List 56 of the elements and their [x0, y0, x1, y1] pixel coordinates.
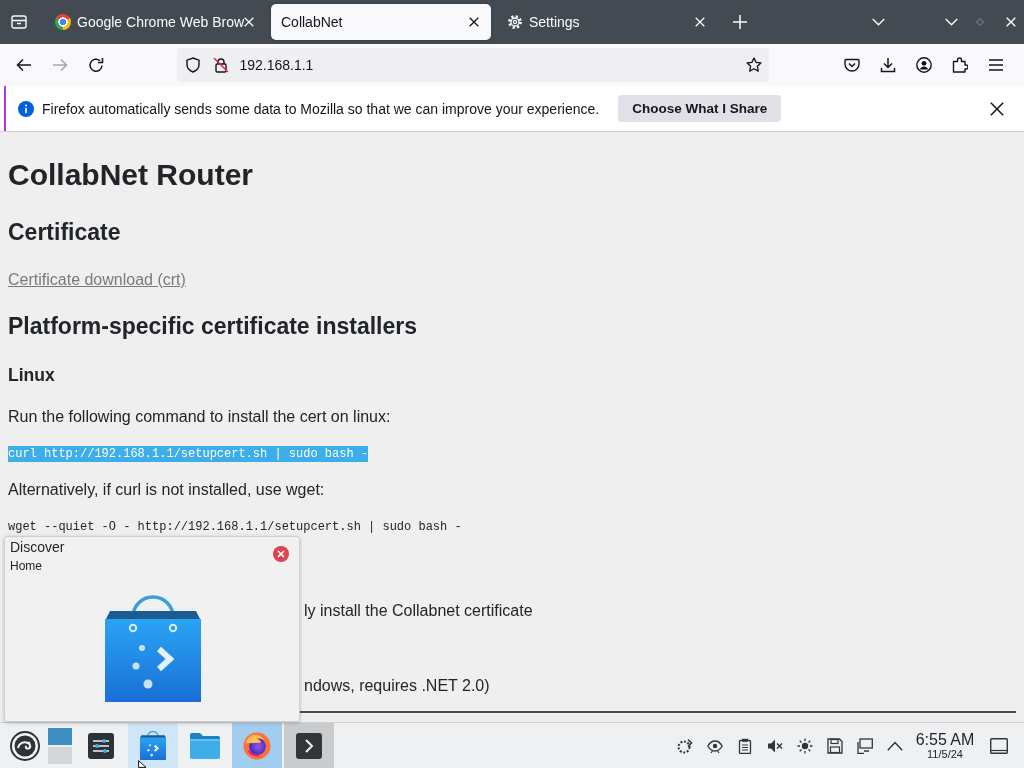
address-field[interactable]: 192.168.1.1	[177, 48, 769, 82]
star-icon[interactable]	[746, 57, 762, 73]
sliders-icon	[88, 732, 114, 759]
mouse-pointer-icon	[138, 760, 147, 768]
shopping-bag-icon	[105, 595, 201, 702]
subsection-heading: Linux	[8, 364, 55, 386]
browser-tab[interactable]: CollabNet	[271, 4, 491, 40]
puzzle-piece-icon[interactable]	[952, 57, 968, 73]
tray-box-icon[interactable]	[11, 14, 27, 30]
crossed-padlock-icon[interactable]	[213, 57, 230, 73]
chevron-down-icon[interactable]	[872, 18, 885, 26]
info-icon	[18, 100, 34, 117]
gear-icon	[507, 14, 523, 30]
shopping-bag-icon	[140, 731, 166, 760]
flame-globe-icon	[242, 731, 272, 760]
choose-share-button[interactable]: Choose What I Share	[618, 95, 782, 122]
section-heading: Platform-specific certificate installers	[8, 312, 418, 341]
back-arrow-icon[interactable]	[15, 57, 32, 73]
clock-time[interactable]: 6:55 AM	[915, 730, 975, 748]
circle-logo-icon[interactable]	[10, 730, 40, 761]
paragraph: Run the following command to install the cert on linux:	[8, 407, 391, 426]
command-text: wget --quiet -O - http://192.168.1.1/setupcert.sh | sudo bash -	[8, 519, 462, 535]
browser-tab[interactable]: Google Chrome Web Brow	[45, 4, 265, 40]
task-button[interactable]	[284, 723, 334, 768]
clock-date[interactable]: 11/5/24	[927, 747, 963, 761]
paragraph-fragment: ndows, requires .NET 2.0)	[304, 676, 490, 695]
monitor-network-icon[interactable]	[857, 737, 873, 754]
close-icon[interactable]	[990, 101, 1004, 116]
shield-icon[interactable]	[185, 57, 202, 73]
plus-icon[interactable]	[733, 15, 747, 29]
download-link[interactable]: Certificate download (crt)	[8, 270, 186, 289]
page-title: CollabNet Router	[8, 157, 253, 193]
close-icon[interactable]	[469, 17, 479, 27]
sun-icon[interactable]	[797, 737, 813, 754]
download-icon[interactable]	[880, 57, 896, 73]
account-icon[interactable]	[916, 57, 932, 73]
menu-icon[interactable]	[988, 57, 1004, 73]
reload-icon[interactable]	[87, 57, 104, 73]
clipboard-icon[interactable]	[737, 737, 753, 754]
eye-icon[interactable]	[707, 737, 723, 754]
section-heading: Certificate	[8, 218, 121, 247]
notification-text: Firefox automatically sends some data to Mozilla so that we can improve your experience.	[42, 100, 600, 117]
desktop-pager[interactable]	[48, 727, 72, 764]
terminal-icon	[296, 732, 322, 759]
muted-speaker-icon[interactable]	[767, 737, 783, 754]
chevron-down-icon[interactable]	[945, 18, 958, 26]
paragraph-fragment: ly install the Collabnet certificate	[304, 601, 533, 620]
tricolor-circle-icon	[55, 14, 71, 30]
folder-icon	[190, 731, 220, 760]
paragraph: Alternatively, if curl is not installed, use wget:	[8, 480, 325, 499]
tooltip-subtitle: Home	[10, 559, 43, 574]
browser-tab[interactable]: Settings	[497, 4, 717, 40]
command-text: curl http://192.168.1.1/setupcert.sh | sudo bash -	[8, 446, 369, 462]
show-desktop-icon[interactable]	[990, 737, 1008, 754]
chevron-shield-icon[interactable]	[844, 57, 860, 73]
tooltip-title: Discover	[10, 539, 65, 556]
